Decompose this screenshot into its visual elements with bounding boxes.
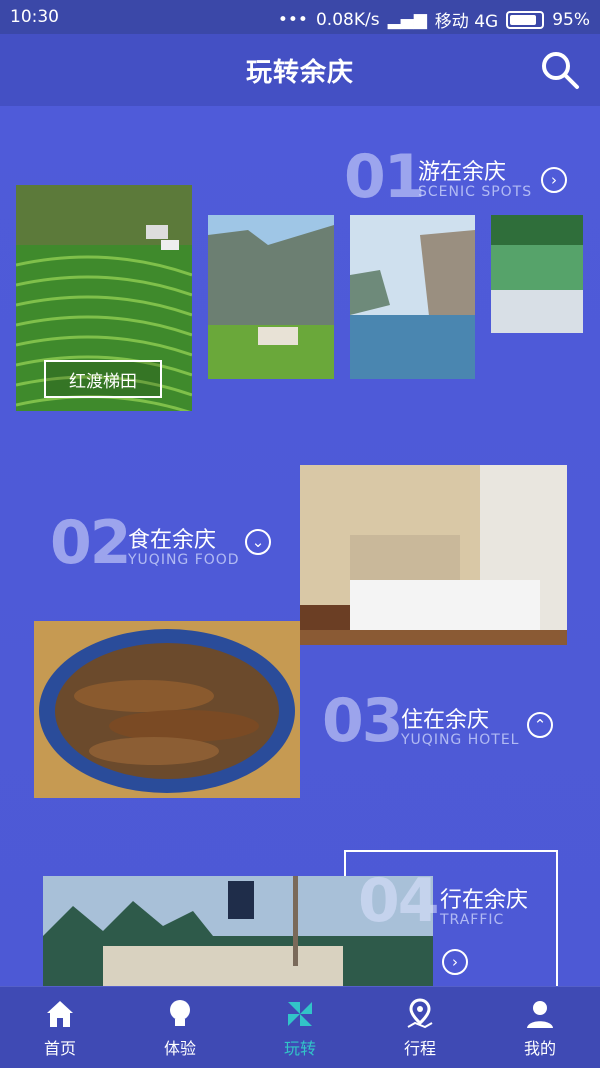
nav-profile[interactable]: 我的 xyxy=(480,987,600,1068)
pinwheel-icon xyxy=(288,1001,312,1026)
nav-label: 首页 xyxy=(43,1038,76,1058)
app-header: 玩转余庆 xyxy=(0,34,600,106)
section-number: 03 xyxy=(322,686,403,756)
chevron-up-icon[interactable]: ⌃ xyxy=(527,712,553,738)
section-title-traffic: 行在余庆 xyxy=(440,888,529,913)
nav-label: 我的 xyxy=(523,1038,556,1058)
nav-home[interactable]: 首页 xyxy=(0,987,120,1068)
section-sub-traffic: TRAFFIC xyxy=(440,912,505,928)
network-speed: 0.08K/s xyxy=(315,9,380,30)
nav-label: 行程 xyxy=(403,1038,436,1058)
battery-icon xyxy=(506,10,545,29)
content-area: 01 游在余庆 SCENIC SPOTS › 红渡梯田 02 食在余庆 YUQI… xyxy=(0,106,600,986)
signal-icon: ▂▄▆ xyxy=(387,9,427,30)
chevron-down-icon[interactable]: ⌄ xyxy=(245,529,271,555)
more-dots-icon: ••• xyxy=(277,9,308,30)
nav-experience[interactable]: 体验 xyxy=(120,987,240,1068)
nav-label: 体验 xyxy=(163,1038,196,1058)
search-icon[interactable] xyxy=(538,48,582,92)
hotel-photo[interactable] xyxy=(300,465,567,645)
section-title-hotel: 住在余庆 xyxy=(401,708,490,733)
route-icon xyxy=(407,997,433,1028)
section-sub-scenic: SCENIC SPOTS xyxy=(418,184,533,200)
section-number: 02 xyxy=(50,508,131,578)
section-sub-hotel: YUQING HOTEL xyxy=(401,732,520,748)
carrier-label: 移动 4G xyxy=(434,12,499,32)
status-bar: 10:30 ••• 0.08K/s ▂▄▆ 移动 4G 95% xyxy=(0,0,600,34)
section-number: 04 xyxy=(358,866,439,936)
waterfall-photo[interactable] xyxy=(491,215,583,333)
battery-level: 95% xyxy=(552,9,590,30)
section-sub-food: YUQING FOOD xyxy=(128,552,240,568)
section-number: 01 xyxy=(344,142,425,212)
section-title-food: 食在余庆 xyxy=(128,528,217,553)
terrace-label: 红渡梯田 xyxy=(44,360,162,398)
nav-itinerary[interactable]: 行程 xyxy=(360,987,480,1068)
chevron-right-icon[interactable]: › xyxy=(541,167,567,193)
section-title-scenic: 游在余庆 xyxy=(418,160,507,185)
fish-dish-photo[interactable] xyxy=(34,621,300,798)
bulb-icon xyxy=(170,999,190,1026)
river-photo[interactable] xyxy=(350,215,475,379)
terrace-photo[interactable]: 红渡梯田 xyxy=(16,185,192,411)
page-title: 玩转余庆 xyxy=(245,57,354,88)
nav-explore[interactable]: 玩转 xyxy=(240,987,360,1068)
bottom-nav: 首页 体验 玩转 行程 我的 xyxy=(0,986,600,1068)
status-time: 10:30 xyxy=(10,7,59,27)
user-icon xyxy=(527,1000,553,1028)
gorge-photo[interactable] xyxy=(208,215,334,379)
chevron-right-icon[interactable]: › xyxy=(442,949,468,975)
home-icon xyxy=(47,1000,73,1027)
nav-label: 玩转 xyxy=(283,1038,316,1058)
